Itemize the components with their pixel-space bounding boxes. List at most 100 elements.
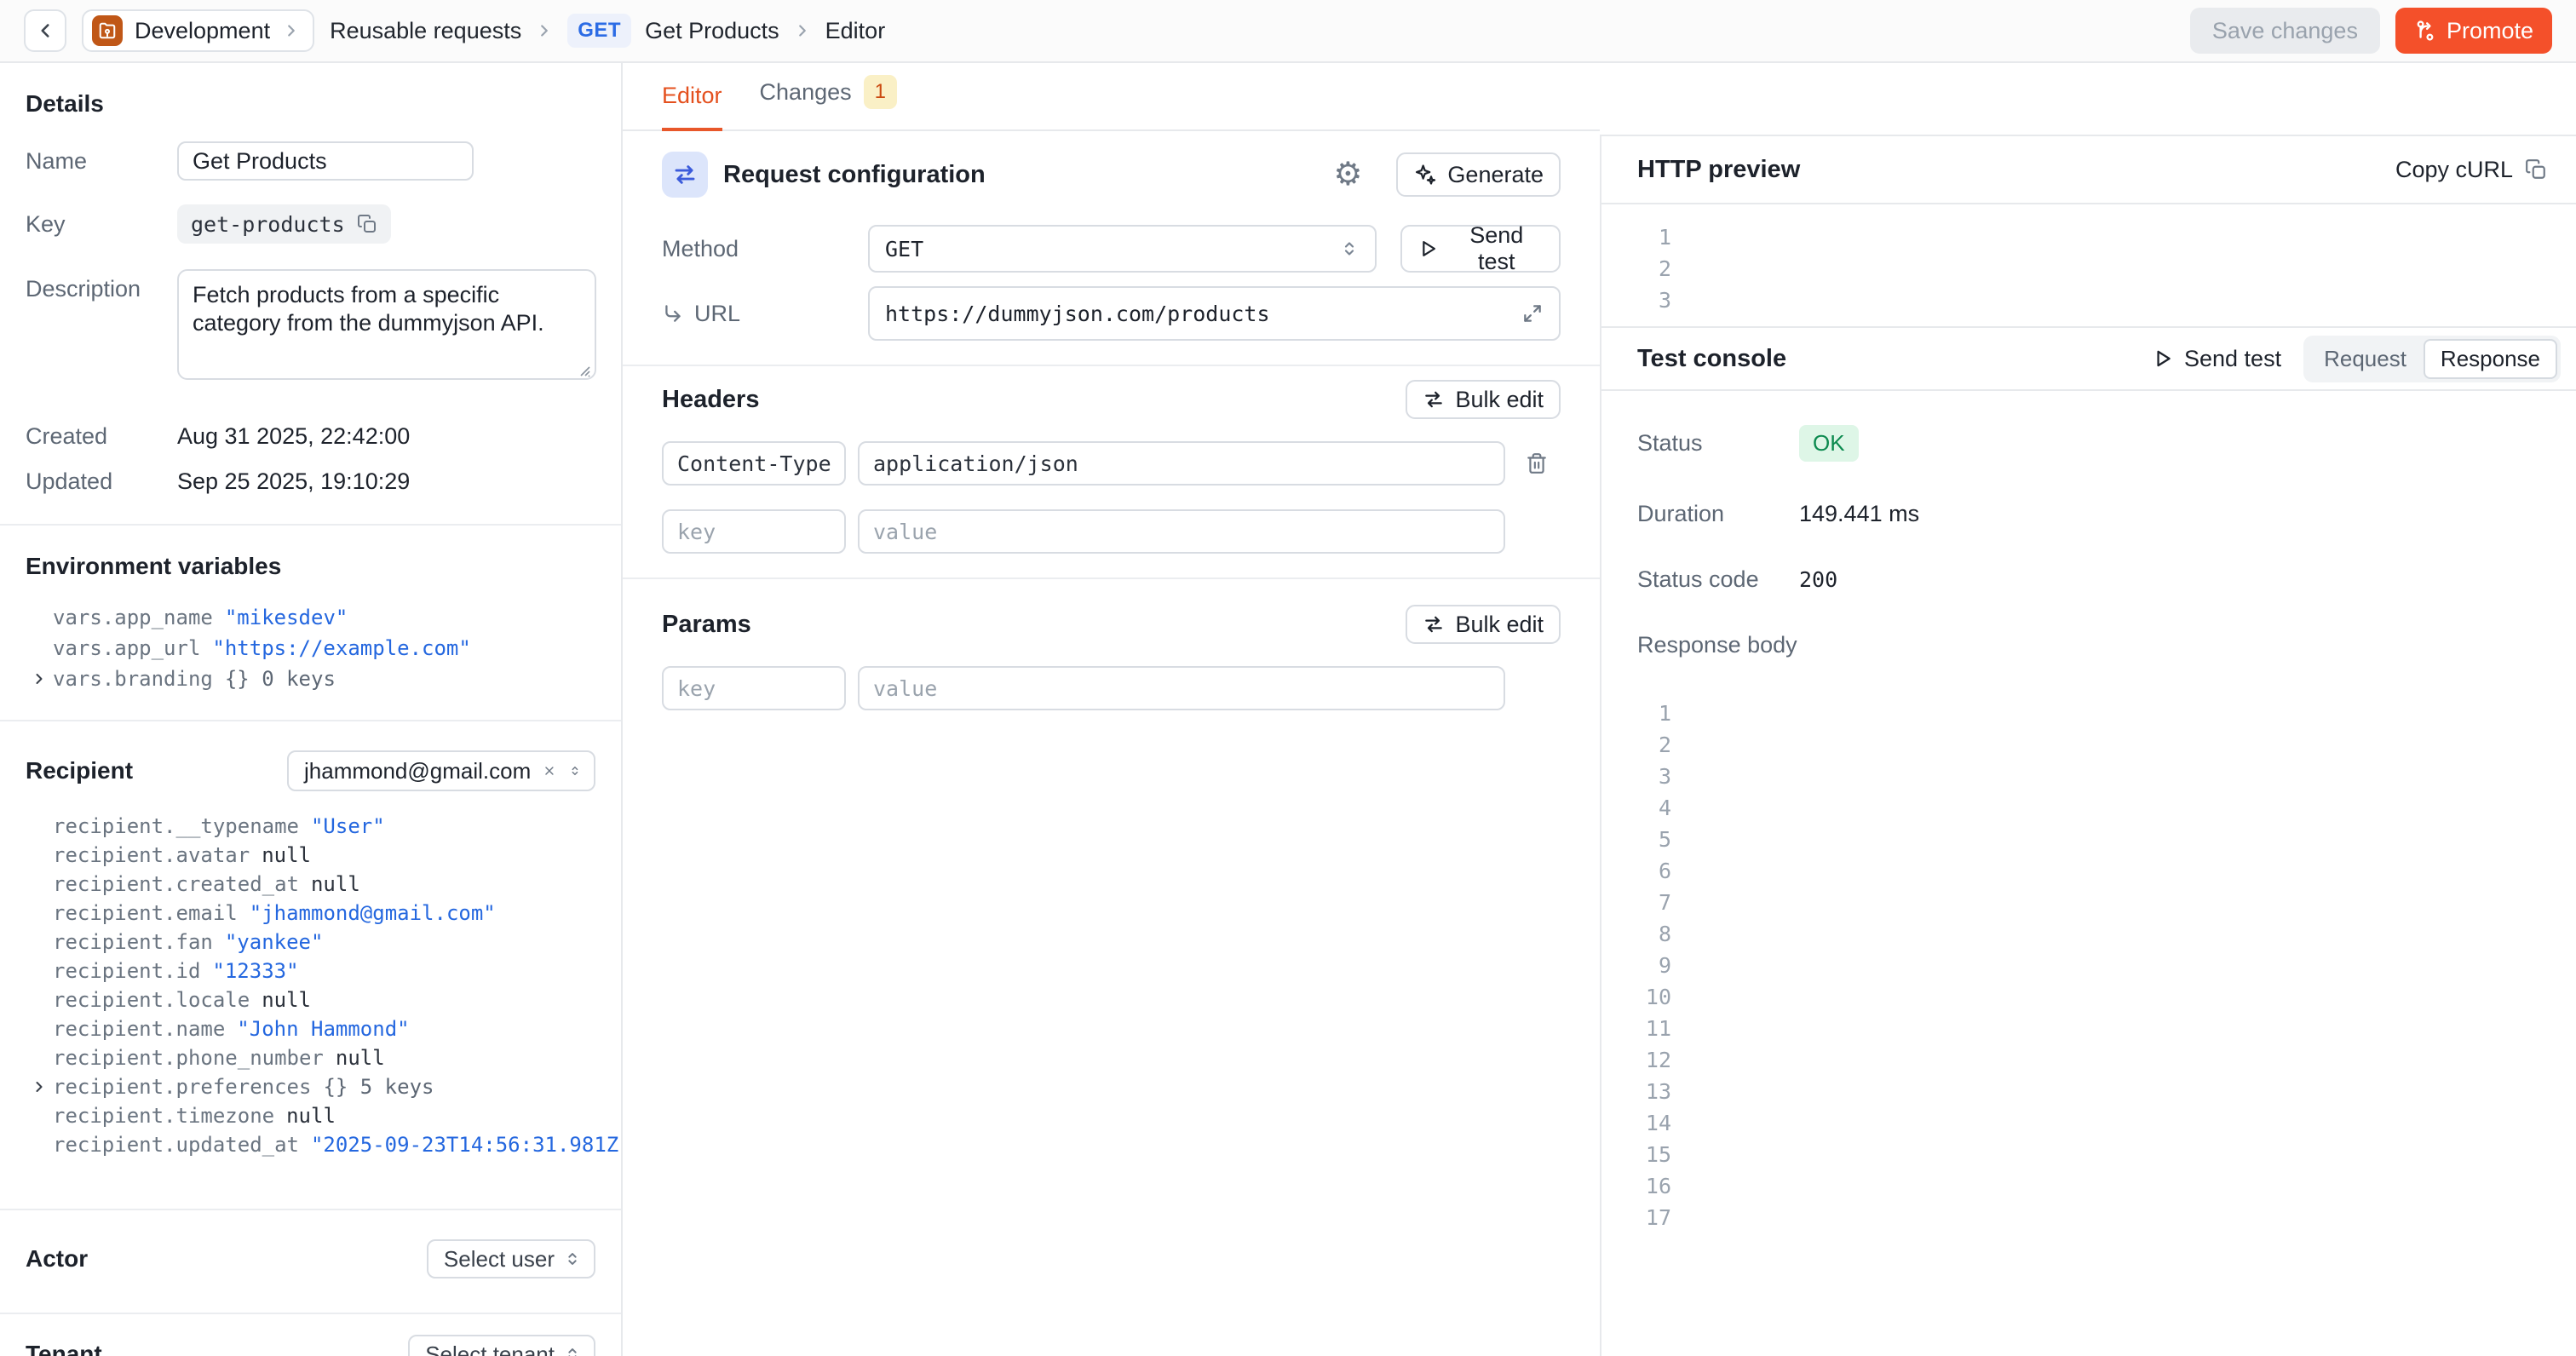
changes-count-badge: 1: [864, 75, 897, 109]
recipient-property-row: recipient.fan "yankee": [26, 928, 595, 957]
description-label: Description: [26, 269, 177, 302]
console-send-test-button[interactable]: Send test: [2152, 346, 2281, 372]
curl-line: 2: [1637, 253, 2547, 284]
play-icon: [1417, 238, 1439, 260]
method-label: Method: [662, 236, 868, 262]
status-code-value: 200: [1799, 567, 1837, 592]
resize-handle-icon[interactable]: [576, 362, 591, 377]
response-body-label: Response body: [1637, 632, 1797, 658]
clear-icon[interactable]: [543, 761, 556, 780]
url-label: URL: [694, 301, 740, 327]
copy-icon[interactable]: [357, 214, 377, 234]
editor-tabs: Editor Changes 1: [623, 63, 1600, 131]
key-chip: get-products: [177, 204, 391, 244]
bulk-edit-icon: [1423, 613, 1445, 635]
gear-icon[interactable]: ⚙: [1333, 158, 1362, 191]
json-line: 11: [1637, 1013, 2547, 1044]
environment-folder-icon: [92, 15, 123, 46]
request-config-title: Request configuration: [723, 161, 1318, 189]
description-textarea[interactable]: Fetch products from a specific category …: [177, 269, 596, 380]
json-line: 9: [1637, 950, 2547, 981]
headers-bulk-edit-button[interactable]: Bulk edit: [1406, 380, 1561, 419]
created-label: Created: [26, 423, 177, 450]
git-branch-icon: [2414, 20, 2436, 42]
environment-variables-list: vars.app_name "mikesdev" vars.app_url "h…: [26, 602, 595, 694]
chevron-up-down-icon: [1339, 238, 1360, 259]
actor-select-button[interactable]: Select user: [427, 1239, 595, 1278]
recipient-property-row: recipient.updated_at "2025-09-23T14:56:3…: [26, 1130, 595, 1159]
method-badge: GET: [567, 14, 631, 48]
http-preview-title: HTTP preview: [1637, 156, 2395, 184]
duration-value: 149.441 ms: [1799, 501, 1919, 527]
status-code-label: Status code: [1637, 566, 1799, 593]
method-select[interactable]: GET: [868, 225, 1377, 273]
breadcrumb: Reusable requests GET Get Products Edito…: [330, 14, 885, 48]
recipient-property-row: recipient.timezone null: [26, 1101, 595, 1130]
play-icon: [2152, 348, 2174, 370]
actor-title: Actor: [26, 1245, 88, 1273]
recipient-title: Recipient: [26, 757, 133, 784]
updated-value: Sep 25 2025, 19:10:29: [177, 468, 410, 495]
test-console-title: Test console: [1637, 345, 2130, 373]
preview-panel: HTTP preview Copy cURL 1 2 3: [1600, 63, 2576, 1356]
recipient-property-row: recipient.email "jhammond@gmail.com": [26, 899, 595, 928]
generate-button[interactable]: Generate: [1396, 152, 1561, 197]
copy-curl-button[interactable]: Copy cURL: [2395, 157, 2547, 183]
json-line: 8: [1637, 918, 2547, 950]
created-value: Aug 31 2025, 22:42:00: [177, 423, 410, 450]
breadcrumb-reusable-requests[interactable]: Reusable requests: [330, 18, 521, 44]
breadcrumb-request-name[interactable]: Get Products: [645, 18, 779, 44]
recipient-property-row: recipient.name "John Hammond": [26, 1014, 595, 1043]
promote-button[interactable]: Promote: [2395, 8, 2552, 54]
status-label: Status: [1637, 430, 1799, 457]
toggle-response[interactable]: Response: [2424, 339, 2557, 379]
environment-switcher[interactable]: Development: [82, 9, 314, 52]
curl-line: 3: [1637, 284, 2547, 316]
json-line: 15: [1637, 1139, 2547, 1170]
header-row: [662, 441, 1561, 486]
json-line: 7: [1637, 887, 2547, 918]
tenant-select-button[interactable]: Select tenant: [408, 1335, 595, 1356]
recipient-select[interactable]: jhammond@gmail.com: [287, 750, 595, 791]
details-sidebar: Details Name Key get-products Descriptio…: [0, 63, 623, 1356]
headers-title: Headers: [662, 386, 1406, 414]
json-line: 16: [1637, 1170, 2547, 1202]
tab-editor[interactable]: Editor: [662, 83, 722, 131]
expand-icon[interactable]: [1521, 302, 1544, 325]
name-input[interactable]: [177, 141, 474, 181]
send-test-button[interactable]: Send test: [1400, 225, 1561, 273]
recipient-property-row: recipient.preferences {} 5 keys: [26, 1072, 595, 1101]
env-var-row: vars.app_name "mikesdev": [26, 602, 595, 633]
url-input[interactable]: https://dummyjson.com/products: [868, 286, 1561, 341]
json-line: 17: [1637, 1202, 2547, 1233]
header-key-input-empty[interactable]: [662, 509, 846, 554]
param-key-input-empty[interactable]: [662, 666, 846, 710]
params-bulk-edit-button[interactable]: Bulk edit: [1406, 605, 1561, 644]
back-button[interactable]: [24, 9, 66, 52]
chevron-up-down-icon: [568, 761, 582, 780]
env-var-row: vars.app_url "https://example.com": [26, 633, 595, 664]
tab-changes[interactable]: Changes 1: [760, 75, 897, 131]
key-label: Key: [26, 211, 177, 238]
chevron-right-icon: [535, 21, 554, 40]
topbar: Development Reusable requests GET Get Pr…: [0, 0, 2576, 63]
delete-header-button[interactable]: [1526, 452, 1548, 474]
header-value-input[interactable]: [858, 441, 1505, 486]
header-key-input[interactable]: [662, 441, 846, 486]
param-value-input-empty[interactable]: [858, 666, 1505, 710]
json-line: 6: [1637, 855, 2547, 887]
toggle-request[interactable]: Request: [2307, 339, 2424, 379]
chevron-left-icon: [34, 20, 56, 42]
header-value-input-empty[interactable]: [858, 509, 1505, 554]
expand-chevron-icon[interactable]: [31, 1078, 53, 1095]
response-body-json: 1 2 3 4 5: [1637, 698, 2547, 1233]
json-line: 10: [1637, 981, 2547, 1013]
expand-chevron-icon[interactable]: [31, 670, 53, 687]
environment-label: Development: [135, 18, 270, 44]
recipient-property-row: recipient.__typename "User": [26, 812, 595, 841]
request-response-toggle: Request Response: [2303, 336, 2561, 382]
recipient-property-row: recipient.phone_number null: [26, 1043, 595, 1072]
json-line: 4: [1637, 792, 2547, 824]
headers-rows: [662, 441, 1561, 486]
save-changes-button[interactable]: Save changes: [2190, 8, 2380, 54]
